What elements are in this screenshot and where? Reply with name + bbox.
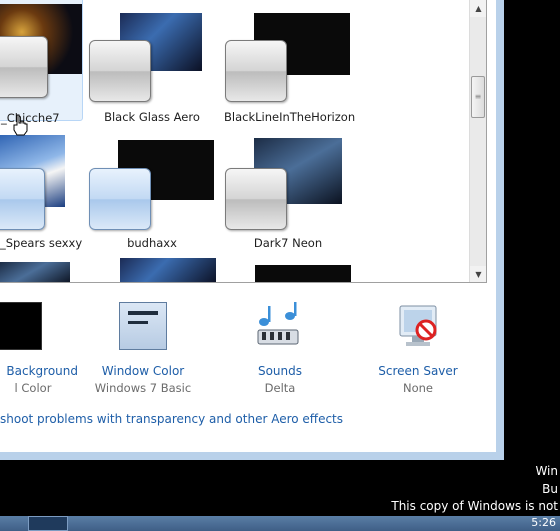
theme-tile-blacklineinthehorizon[interactable]: BlackLineInTheHorizon (224, 0, 356, 124)
sounds-title[interactable]: Sounds (220, 364, 340, 378)
theme-tile-budhaxx[interactable]: budhaxx (88, 130, 216, 256)
window-color-option[interactable]: Window Color Windows 7 Basic (83, 302, 203, 395)
theme-color-swatch (0, 36, 48, 98)
theme-list: _Chicche7 Black Glass Aero BlackLineInTh… (0, 0, 487, 283)
sounds-icon (254, 302, 306, 352)
watermark-line-3: This copy of Windows is not (391, 499, 558, 513)
watermark-line-2: Bu (542, 482, 558, 496)
scroll-up-arrow-icon[interactable]: ▲ (470, 0, 486, 17)
theme-color-swatch (225, 40, 287, 102)
screen-saver-option[interactable]: Screen Saver None (358, 302, 478, 395)
taskbar: 5:26 (0, 516, 560, 531)
theme-label: _Spears sexxy (0, 236, 83, 250)
background-value: l Color (14, 381, 52, 395)
watermark-line-1: Win (535, 464, 558, 478)
theme-tile-chicche7[interactable]: _Chicche7 (0, 0, 83, 125)
theme-label: BlackLineInTheHorizon (224, 110, 356, 124)
theme-color-swatch (89, 40, 151, 102)
theme-list-scrollbar[interactable]: ▲ ≡ ▼ (469, 0, 486, 282)
theme-preview (120, 258, 216, 282)
theme-tile-spears-sexxy[interactable]: _Spears sexxy (0, 130, 83, 256)
hand-cursor-icon (13, 114, 28, 136)
theme-label: Dark7 Neon (253, 236, 323, 250)
taskbar-button[interactable] (28, 516, 68, 531)
theme-color-swatch (225, 168, 287, 230)
background-icon (0, 302, 42, 352)
troubleshoot-link[interactable]: shoot problems with transparency and oth… (0, 412, 343, 426)
screen-saver-value: None (402, 381, 433, 395)
theme-color-swatch (0, 168, 45, 230)
scroll-down-arrow-icon[interactable]: ▼ (470, 266, 486, 282)
window-color-title[interactable]: Window Color (83, 364, 203, 378)
screen-saver-icon (394, 302, 442, 352)
background-title[interactable]: Background (0, 364, 78, 378)
theme-preview (0, 262, 70, 282)
window-color-value: Windows 7 Basic (94, 381, 192, 395)
theme-label: budhaxx (127, 236, 177, 250)
sounds-option[interactable]: Sounds Delta (220, 302, 340, 395)
background-option[interactable]: Background l Color (0, 302, 78, 395)
theme-label: Black Glass Aero (104, 110, 200, 124)
window-color-icon (119, 302, 167, 352)
sounds-value: Delta (264, 381, 296, 395)
personalization-window: _Chicche7 Black Glass Aero BlackLineInTh… (0, 0, 504, 460)
screen-saver-title[interactable]: Screen Saver (358, 364, 478, 378)
scroll-thumb[interactable]: ≡ (471, 76, 485, 118)
theme-tile-dark7-neon[interactable]: Dark7 Neon (224, 130, 352, 256)
clock[interactable]: 5:26 (531, 516, 556, 529)
theme-color-swatch (89, 168, 151, 230)
theme-preview (255, 265, 351, 282)
theme-tile-black-glass-aero[interactable]: Black Glass Aero (88, 0, 216, 124)
